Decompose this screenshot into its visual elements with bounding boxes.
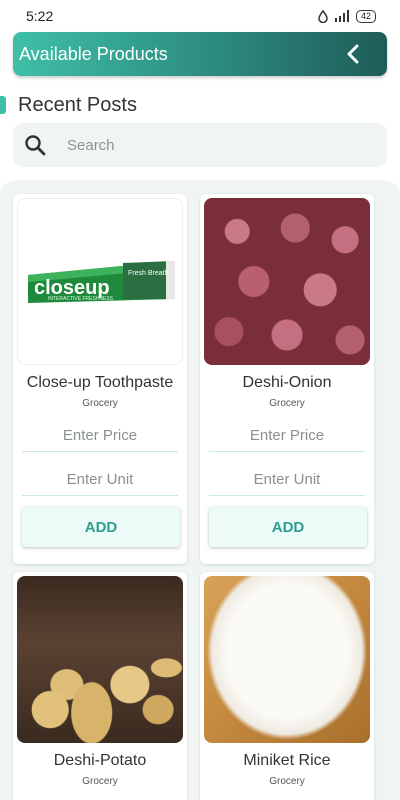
unit-input[interactable] (209, 464, 365, 496)
price-input[interactable] (22, 420, 178, 452)
search-icon (25, 135, 46, 156)
add-button[interactable]: ADD (209, 507, 367, 547)
product-category: Grocery (82, 398, 118, 409)
product-card: Deshi-Onion Grocery ADD (200, 194, 374, 564)
products-panel: closeup Fresh Breath INTERACTIVE FRESHNE… (0, 180, 400, 800)
chevron-left-icon (347, 44, 359, 64)
price-input[interactable] (209, 420, 365, 452)
add-button[interactable]: ADD (22, 507, 180, 547)
brand-sub: INTERACTIVE FRESHNESS (48, 296, 114, 302)
product-name: Close-up Toothpaste (26, 374, 174, 391)
product-name: Deshi-Potato (53, 752, 147, 769)
product-image-potato (17, 576, 183, 743)
product-card: Deshi-Potato Grocery (13, 572, 187, 800)
product-name: Miniket Rice (243, 752, 331, 769)
status-time: 5:22 (26, 8, 54, 24)
app-bar: Available Products (13, 32, 387, 76)
section-accent-bar (0, 96, 6, 114)
section-title: Recent Posts (18, 93, 137, 116)
product-image-rice (204, 576, 370, 743)
product-card: closeup Fresh Breath INTERACTIVE FRESHNE… (13, 194, 187, 564)
unit-input[interactable] (22, 464, 178, 496)
back-button[interactable] (339, 40, 367, 68)
product-card: Miniket Rice Grocery (200, 572, 374, 800)
brand-tag: Fresh Breath (128, 270, 169, 277)
product-image-onion (204, 198, 370, 365)
battery-icon: 42 (355, 9, 376, 23)
signal-icon (334, 10, 349, 22)
page-title: Available Products (19, 43, 168, 64)
product-name: Deshi-Onion (242, 374, 332, 391)
search-bar[interactable] (13, 123, 387, 167)
status-icons: 42 (318, 9, 376, 23)
data-drop-icon (318, 9, 328, 23)
product-category: Grocery (269, 398, 305, 409)
product-category: Grocery (82, 776, 118, 787)
status-bar: 5:22 42 (0, 0, 400, 32)
product-image-toothpaste: closeup Fresh Breath INTERACTIVE FRESHNE… (17, 198, 183, 365)
product-category: Grocery (269, 776, 305, 787)
search-input[interactable] (67, 136, 347, 154)
section-header: Recent Posts (0, 92, 137, 118)
